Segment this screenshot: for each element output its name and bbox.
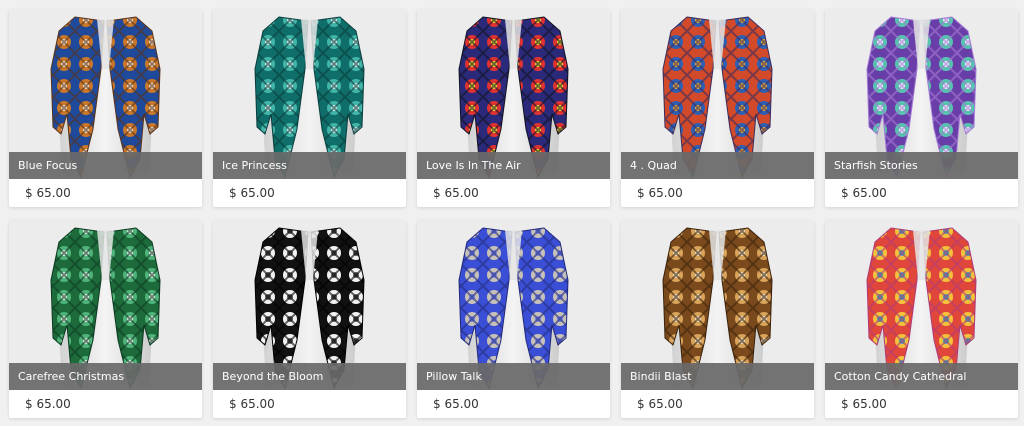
product-price: $ 65.00	[841, 186, 887, 200]
product-price: $ 65.00	[841, 397, 887, 411]
product-card[interactable]: Bindii Blast $ 65.00	[621, 220, 814, 418]
product-price: $ 65.00	[637, 397, 683, 411]
product-card[interactable]: Blue Focus $ 65.00	[9, 9, 202, 207]
product-title[interactable]: Beyond the Bloom	[213, 363, 406, 390]
product-card[interactable]: Starfish Stories $ 65.00	[825, 9, 1018, 207]
product-grid: Blue Focus $ 65.00 Ice Princess $ 65.00 …	[0, 0, 1024, 426]
product-card[interactable]: Beyond the Bloom $ 65.00	[213, 220, 406, 418]
product-title[interactable]: Starfish Stories	[825, 152, 1018, 179]
product-card[interactable]: Pillow Talk $ 65.00	[417, 220, 610, 418]
product-price: $ 65.00	[25, 186, 71, 200]
product-title[interactable]: Bindii Blast	[621, 363, 814, 390]
product-card[interactable]: Carefree Christmas $ 65.00	[9, 220, 202, 418]
product-title[interactable]: Carefree Christmas	[9, 363, 202, 390]
product-title[interactable]: Love Is In The Air	[417, 152, 610, 179]
product-title[interactable]: Ice Princess	[213, 152, 406, 179]
product-card[interactable]: 4 . Quad $ 65.00	[621, 9, 814, 207]
product-price: $ 65.00	[25, 397, 71, 411]
product-title[interactable]: 4 . Quad	[621, 152, 814, 179]
product-price: $ 65.00	[433, 186, 479, 200]
product-price: $ 65.00	[229, 397, 275, 411]
product-card[interactable]: Cotton Candy Cathedral $ 65.00	[825, 220, 1018, 418]
product-price: $ 65.00	[637, 186, 683, 200]
product-price: $ 65.00	[229, 186, 275, 200]
product-title[interactable]: Blue Focus	[9, 152, 202, 179]
product-price: $ 65.00	[433, 397, 479, 411]
product-title[interactable]: Pillow Talk	[417, 363, 610, 390]
product-card[interactable]: Love Is In The Air $ 65.00	[417, 9, 610, 207]
product-title[interactable]: Cotton Candy Cathedral	[825, 363, 1018, 390]
product-card[interactable]: Ice Princess $ 65.00	[213, 9, 406, 207]
